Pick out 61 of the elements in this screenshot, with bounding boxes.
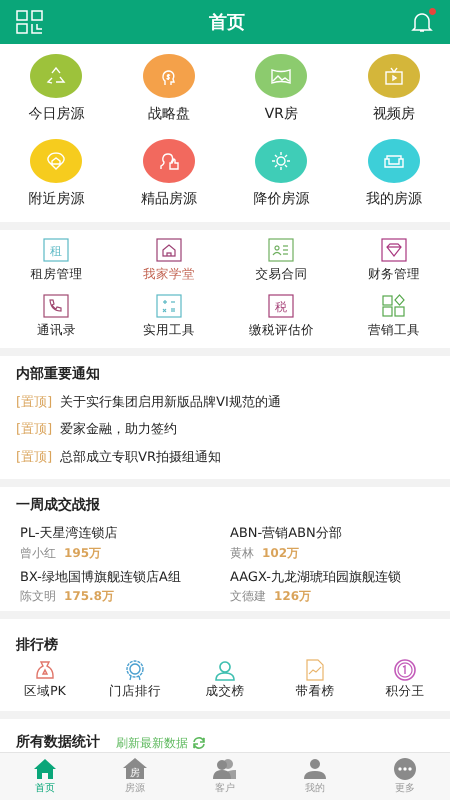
character-icon: 税 — [268, 294, 294, 318]
section-title: 一周成交战报 — [16, 496, 101, 515]
ranking-link[interactable]: 带看榜 — [296, 682, 334, 701]
notice-link[interactable]: 爱家金融，助力签约 — [60, 420, 178, 440]
agent-name: 陈文明 — [20, 588, 56, 605]
tool-label[interactable]: 财务管理 — [368, 265, 420, 284]
ranking-link[interactable]: 区域PK — [24, 682, 66, 701]
agent-name: 黄林 — [230, 544, 254, 562]
pinned-tag: [置顶] — [16, 420, 52, 440]
category-label[interactable]: 今日房源 — [28, 104, 84, 125]
agent-name: 文德建 — [230, 588, 266, 605]
category-circle[interactable] — [255, 139, 308, 183]
pinned-tag: [置顶] — [16, 448, 52, 467]
tool-label[interactable]: 我家学堂 — [142, 265, 195, 284]
tool-label[interactable]: 交易合同 — [255, 265, 308, 284]
category-circle[interactable] — [30, 54, 82, 98]
tool-label[interactable]: 营销工具 — [368, 320, 420, 340]
ranking-link[interactable]: 门店排行 — [109, 682, 161, 701]
category-label[interactable]: 视频房 — [372, 104, 415, 125]
category-label[interactable]: 附近房源 — [28, 189, 84, 210]
category-label[interactable]: 降价房源 — [253, 189, 310, 210]
category-label[interactable]: 我的房源 — [366, 189, 422, 210]
category-circle[interactable] — [30, 139, 82, 183]
home-icon — [32, 757, 58, 781]
sales-amount: 195万 — [64, 544, 102, 562]
sales-amount: 102万 — [262, 544, 300, 562]
store-name: PL-天星湾连锁店 — [20, 525, 119, 543]
category-circle[interactable] — [368, 139, 420, 183]
page-title: 首页 — [209, 10, 245, 34]
category-label[interactable]: 精品房源 — [140, 189, 197, 210]
ranking-link[interactable]: 积分王 — [386, 682, 424, 701]
category-circle[interactable] — [368, 54, 420, 98]
section-title: 排行榜 — [16, 636, 59, 655]
house-icon: 房 — [122, 757, 148, 781]
scan-icon[interactable] — [16, 10, 44, 34]
sales-amount: 126万 — [274, 588, 312, 605]
category-label[interactable]: 战略盘 — [148, 104, 190, 125]
store-name: AAGX-九龙湖琥珀园旗舰连锁 — [230, 568, 402, 586]
store-name: ABN-营销ABN分部 — [230, 525, 343, 543]
ranking-link[interactable]: 成交榜 — [206, 682, 244, 701]
tool-label[interactable]: 租房管理 — [30, 265, 82, 284]
store-name: BX-绿地国博旗舰连锁店A组 — [20, 568, 182, 586]
section-title: 内部重要通知 — [16, 364, 101, 384]
notice-link[interactable]: 总部成立专职VR拍摄组通知 — [60, 448, 222, 467]
category-circle[interactable] — [142, 139, 195, 183]
refresh-icon — [192, 736, 206, 750]
tool-label[interactable]: 通讯录 — [36, 320, 76, 340]
category-circle[interactable] — [255, 54, 308, 98]
notice-link[interactable]: 关于实行集团启用新版品牌VI规范的通 — [60, 392, 281, 412]
character-icon: 租 — [43, 238, 70, 262]
tool-label[interactable]: 实用工具 — [142, 320, 195, 340]
person-icon — [302, 757, 328, 781]
tool-label[interactable]: 缴税评估价 — [248, 320, 314, 340]
category-circle[interactable] — [142, 54, 195, 98]
section-title: 所有数据统计 — [16, 733, 100, 752]
more-icon — [392, 757, 418, 781]
sales-amount: 175.8万 — [64, 588, 114, 605]
pinned-tag: [置顶] — [16, 392, 52, 412]
agent-name: 曾小红 — [20, 544, 56, 562]
people-icon — [212, 757, 238, 781]
category-label[interactable]: VR房 — [264, 104, 298, 125]
